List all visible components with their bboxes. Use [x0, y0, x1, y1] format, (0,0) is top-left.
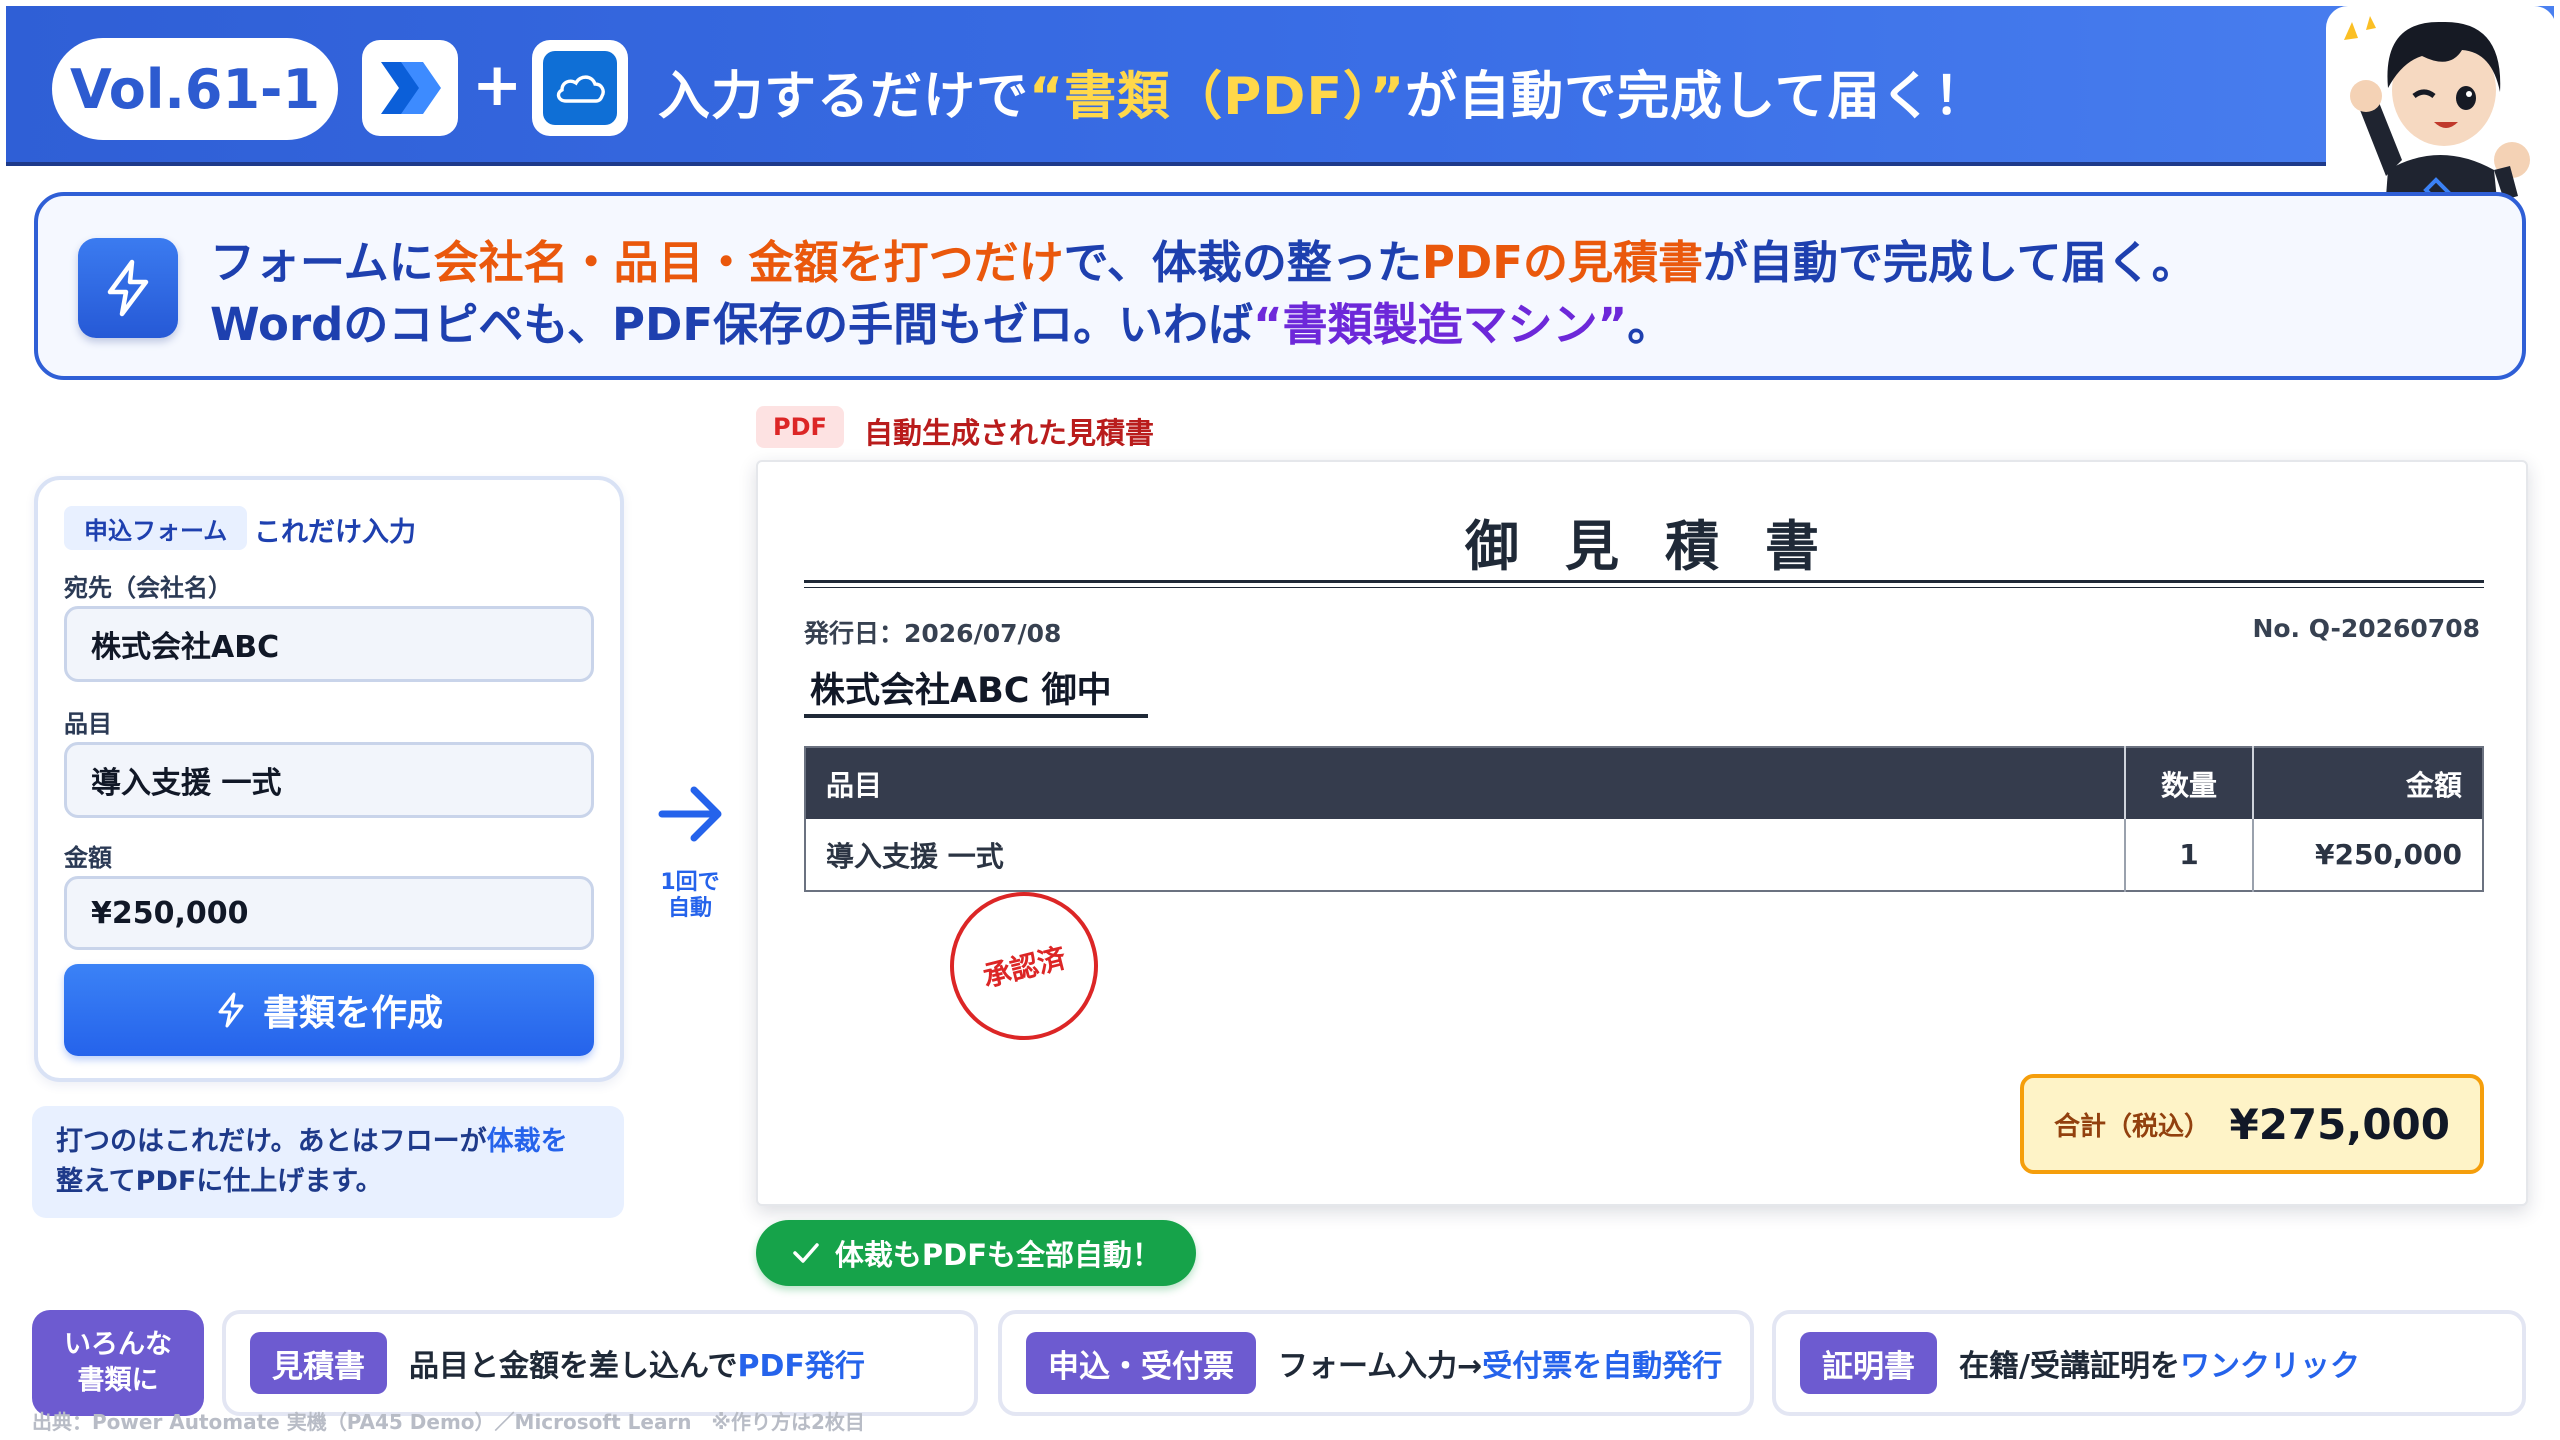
table-row: 導入支援 一式 1 ¥250,000 [805, 819, 2483, 891]
flow-caption: 1回で 自動 [654, 870, 726, 922]
usecase-description: 在籍/受講証明をワンクリック [1959, 1341, 2360, 1385]
banner-highlight-orange: 会社名・品目・金額を打つだけ [433, 236, 1064, 289]
quotation-table: 品目 数量 金額 導入支援 一式 1 ¥250,000 [804, 746, 2484, 892]
banner-line-2: Wordのコピペも、PDF保存の手間もゼロ。いわば“書類製造マシン”。 [210, 288, 1672, 353]
header-bar: Vol.61-1 + 入力するだけで“書類（PDF）”が自動で完成して届く！ [6, 6, 2554, 166]
header-title-prefix: 入力するだけで [658, 67, 1030, 127]
issue-date: 発行日：2026/07/08 [804, 619, 1062, 648]
flow-caption-line: 1回で [660, 870, 720, 895]
usecase-tag: 申込・受付票 [1026, 1332, 1256, 1394]
header-title-suffix: が自動で完成して届く！ [1405, 67, 1987, 127]
table-cell: 導入支援 一式 [805, 819, 2126, 891]
item-field-label: 品目 [64, 710, 112, 738]
banner-highlight-purple: “書類製造マシン” [1253, 298, 1628, 351]
arrow-right-icon [658, 786, 722, 842]
usecase-tag: 見積書 [250, 1332, 387, 1394]
banner-text: Wordのコピペも、PDF保存の手間もゼロ。いわば [210, 298, 1254, 351]
title-rule [804, 580, 2484, 583]
form-tag-note: これだけ入力 [254, 517, 416, 548]
approved-stamp: 承認済 [934, 876, 1114, 1056]
form-note-text: 整えてPDFに仕上げます。 [56, 1166, 383, 1197]
form-note: 打つのはこれだけ。あとはフローが体裁を整えてPDFに仕上げます。 [32, 1106, 624, 1218]
auto-badge-label: 体裁もPDFも全部自動！ [834, 1238, 1162, 1272]
onedrive-icon [532, 40, 628, 136]
banner-line-1: フォームに会社名・品目・金額を打つだけで、体裁の整ったPDFの見積書が自動で完成… [210, 226, 2197, 291]
column-header: 品目 [805, 747, 2126, 819]
document-title: 御見積書 [1465, 514, 1865, 578]
item-field[interactable]: 導入支援 一式 [64, 742, 594, 818]
auto-badge: 体裁もPDFも全部自動！ [756, 1220, 1196, 1286]
column-header: 数量 [2125, 747, 2254, 819]
total-value: ¥275,000 [2229, 1099, 2450, 1149]
client-name: 株式会社ABC 御中 [804, 662, 1148, 718]
usecase-text: 品目と金額を差し込んで [409, 1349, 738, 1384]
table-cell: ¥250,000 [2314, 838, 2462, 871]
usecases-heading-line: いろんな [64, 1329, 172, 1360]
usecase-receipt: 申込・受付票 フォーム入力→受付票を自動発行 [998, 1310, 1754, 1416]
header-title-highlight: “書類（PDF）” [1029, 67, 1406, 127]
create-document-label: 書類を作成 [262, 993, 443, 1034]
form-note-highlight: 体裁を [486, 1126, 568, 1157]
total-box: 合計（税込） ¥275,000 [2020, 1074, 2484, 1174]
table-cell: 1 [2125, 819, 2254, 891]
flow-caption-line: 自動 [667, 896, 712, 921]
banner-text: で、体裁の整った [1063, 236, 1422, 289]
pdf-badge: PDF [756, 406, 844, 448]
table-header-row: 品目 数量 金額 [805, 747, 2483, 819]
usecase-description: フォーム入力→受付票を自動発行 [1278, 1341, 1722, 1385]
usecase-quotation: 見積書 品目と金額を差し込んでPDF発行 [222, 1310, 978, 1416]
power-automate-icon [362, 40, 458, 136]
application-form: 申込フォーム これだけ入力 宛先（会社名） 株式会社ABC 品目 導入支援 一式… [34, 476, 624, 1082]
usecase-highlight: PDF発行 [737, 1349, 865, 1384]
usecases-heading-line: 書類に [77, 1365, 159, 1396]
lightning-icon [78, 238, 178, 338]
company-field-label: 宛先（会社名） [64, 574, 232, 602]
source-credit: 出典：Power Automate 実機（PA45 Demo）／Microsof… [32, 1410, 865, 1434]
usecase-highlight: 受付票を自動発行 [1482, 1349, 1723, 1384]
usecase-highlight: ワンクリック [2179, 1349, 2360, 1384]
pdf-caption: 自動生成された見積書 [864, 416, 1155, 450]
lightning-icon [218, 992, 244, 1028]
document-number: No. Q-20260708 [2252, 614, 2480, 643]
form-note-text: 打つのはこれだけ。あとはフローが [56, 1126, 487, 1157]
create-document-button[interactable]: 書類を作成 [64, 964, 594, 1056]
quotation-document: 御見積書 発行日：2026/07/08 No. Q-20260708 株式会社A… [756, 460, 2528, 1206]
amount-field[interactable]: ¥250,000 [64, 876, 594, 950]
usecase-tag: 証明書 [1800, 1332, 1937, 1394]
title-rule [804, 587, 2484, 588]
check-icon [793, 1243, 819, 1263]
company-field[interactable]: 株式会社ABC [64, 606, 594, 682]
volume-badge: Vol.61-1 [52, 38, 338, 140]
banner-text: 。 [1627, 298, 1673, 351]
total-label: 合計（税込） [2054, 1111, 2211, 1142]
usecase-text: 在籍/受講証明を [1959, 1349, 2180, 1384]
banner-text: フォームに [210, 236, 434, 289]
column-header: 金額 [2253, 747, 2483, 819]
header-title: 入力するだけで“書類（PDF）”が自動で完成して届く！ [658, 54, 1987, 129]
summary-banner: フォームに会社名・品目・金額を打つだけで、体裁の整ったPDFの見積書が自動で完成… [34, 192, 2526, 380]
banner-text: が自動で完成して届く。 [1702, 236, 2197, 289]
usecase-text: フォーム入力→ [1278, 1349, 1483, 1384]
usecases-heading: いろんな 書類に [32, 1310, 204, 1416]
usecase-description: 品目と金額を差し込んでPDF発行 [409, 1341, 865, 1385]
plus-sign: + [472, 50, 523, 120]
amount-field-label: 金額 [64, 844, 112, 872]
banner-highlight-orange: PDFの見積書 [1421, 236, 1703, 289]
form-tag: 申込フォーム [64, 506, 248, 550]
usecase-certificate: 証明書 在籍/受講証明をワンクリック [1772, 1310, 2526, 1416]
